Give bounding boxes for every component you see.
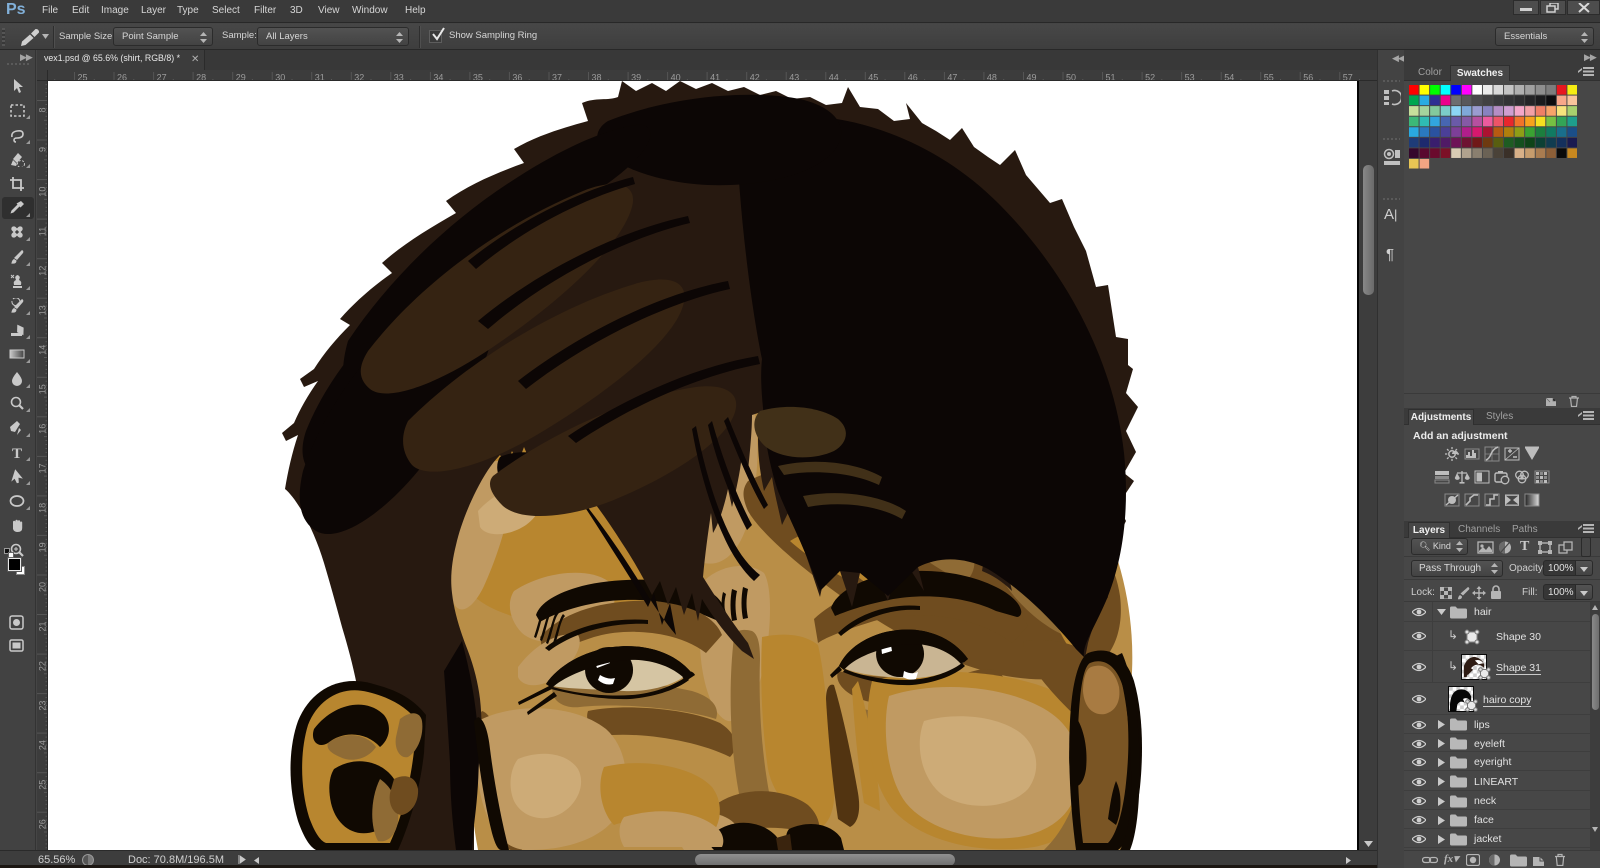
svg-text:T: T xyxy=(12,446,22,460)
svg-text:31: 31 xyxy=(315,73,325,82)
svg-text:35: 35 xyxy=(473,73,483,82)
svg-text:43: 43 xyxy=(789,73,799,82)
svg-text:45: 45 xyxy=(868,73,878,82)
svg-text:46: 46 xyxy=(908,73,918,82)
svg-text:50: 50 xyxy=(1066,73,1076,82)
svg-text:26: 26 xyxy=(117,73,127,82)
svg-text:51: 51 xyxy=(1106,73,1116,82)
svg-text:40: 40 xyxy=(671,73,681,82)
svg-text:38: 38 xyxy=(592,73,602,82)
svg-text:29: 29 xyxy=(236,73,246,82)
svg-text:54: 54 xyxy=(1224,73,1234,82)
svg-text:56: 56 xyxy=(1303,73,1313,82)
svg-text:32: 32 xyxy=(354,73,364,82)
svg-text:33: 33 xyxy=(394,73,404,82)
svg-text:37: 37 xyxy=(552,73,562,82)
svg-text:44: 44 xyxy=(829,73,839,82)
svg-text:36: 36 xyxy=(512,73,522,82)
svg-text:53: 53 xyxy=(1185,73,1195,82)
svg-text:57: 57 xyxy=(1343,73,1353,82)
svg-text:25: 25 xyxy=(78,73,88,82)
svg-text:41: 41 xyxy=(710,73,720,82)
svg-text:34: 34 xyxy=(433,73,443,82)
svg-text:28: 28 xyxy=(196,73,206,82)
svg-text:55: 55 xyxy=(1264,73,1274,82)
svg-text:47: 47 xyxy=(947,73,957,82)
svg-text:27: 27 xyxy=(157,73,167,82)
svg-text:52: 52 xyxy=(1145,73,1155,82)
svg-text:42: 42 xyxy=(750,73,760,82)
svg-text:49: 49 xyxy=(1027,73,1037,82)
svg-text:30: 30 xyxy=(275,73,285,82)
svg-text:48: 48 xyxy=(987,73,997,82)
svg-text:39: 39 xyxy=(631,73,641,82)
